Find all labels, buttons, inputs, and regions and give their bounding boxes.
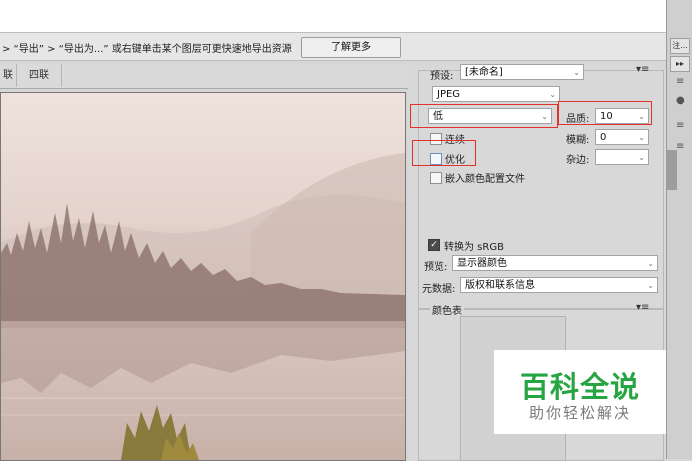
chevron-down-icon: ⌄ <box>647 281 654 290</box>
tab-4up[interactable]: 四联 <box>17 64 62 87</box>
chevron-down-icon: ⌄ <box>638 153 645 162</box>
convert-srgb-checkbox[interactable]: ✓ <box>428 239 440 251</box>
host-menu-icon[interactable]: ≡ <box>676 76 684 87</box>
convert-srgb-label: 转换为 sRGB <box>444 242 504 253</box>
host-note-button[interactable]: 注... <box>670 38 690 54</box>
host-scrollbar[interactable] <box>667 150 677 190</box>
matte-select[interactable]: ⌄ <box>595 149 649 165</box>
tip-text: > “导出” > “导出为...” 或右键单击某个图层可更快速地导出资源 <box>2 44 292 55</box>
preview-value: 显示器颜色 <box>457 258 507 269</box>
chevron-down-icon: ⌄ <box>647 259 654 268</box>
chevron-down-icon: ⌄ <box>573 68 580 77</box>
color-table-label: 颜色表 <box>430 302 464 317</box>
preview-select[interactable]: 显示器颜色 ⌄ <box>452 255 658 271</box>
format-value: JPEG <box>437 89 461 100</box>
image-preview[interactable] <box>0 92 406 461</box>
blur-value: 0 <box>600 132 607 143</box>
host-lines-icon-2[interactable]: ≡ <box>676 141 684 152</box>
host-dot-icon[interactable]: ● <box>676 95 685 106</box>
host-lines-icon[interactable]: ≡ <box>676 120 684 131</box>
highlight-box-quality <box>558 101 652 125</box>
chevron-down-icon: ⌄ <box>638 133 645 142</box>
watermark-title: 百科全说 <box>519 370 640 404</box>
metadata-select[interactable]: 版权和联系信息 ⌄ <box>460 277 658 293</box>
preset-value: [未命名] <box>465 67 503 78</box>
preview-label: 预览: <box>424 262 448 273</box>
learn-more-button[interactable]: 了解更多 <box>301 37 401 58</box>
blur-label: 模糊: <box>566 135 590 146</box>
watermark-subtitle: 助你轻松解决 <box>528 404 631 422</box>
format-select[interactable]: JPEG ⌄ <box>432 86 560 102</box>
metadata-value: 版权和联系信息 <box>465 280 535 291</box>
preset-label: 预设: <box>430 71 454 82</box>
highlight-box-quality-preset <box>410 104 558 128</box>
chevron-down-icon: ⌄ <box>549 90 556 99</box>
metadata-label: 元数据: <box>422 284 456 295</box>
embed-profile-label: 嵌入颜色配置文件 <box>445 174 525 185</box>
matte-label: 杂边: <box>566 155 590 166</box>
tab-2up[interactable]: 联 <box>0 64 17 87</box>
foggy-lake-image <box>1 93 405 460</box>
watermark-box: 百科全说 助你轻松解决 <box>494 350 666 434</box>
preset-menu-icon[interactable]: ▾≡ <box>636 64 649 75</box>
dialog-title-bar <box>0 0 666 33</box>
blur-field[interactable]: 0 ⌄ <box>595 129 649 145</box>
host-expand-button[interactable]: ▸▸ <box>670 56 690 72</box>
embed-profile-checkbox[interactable] <box>430 172 442 184</box>
color-table-menu-icon[interactable]: ▾≡ <box>636 302 649 313</box>
preset-select[interactable]: [未命名] ⌄ <box>460 64 584 80</box>
highlight-box-optimized <box>412 140 476 166</box>
